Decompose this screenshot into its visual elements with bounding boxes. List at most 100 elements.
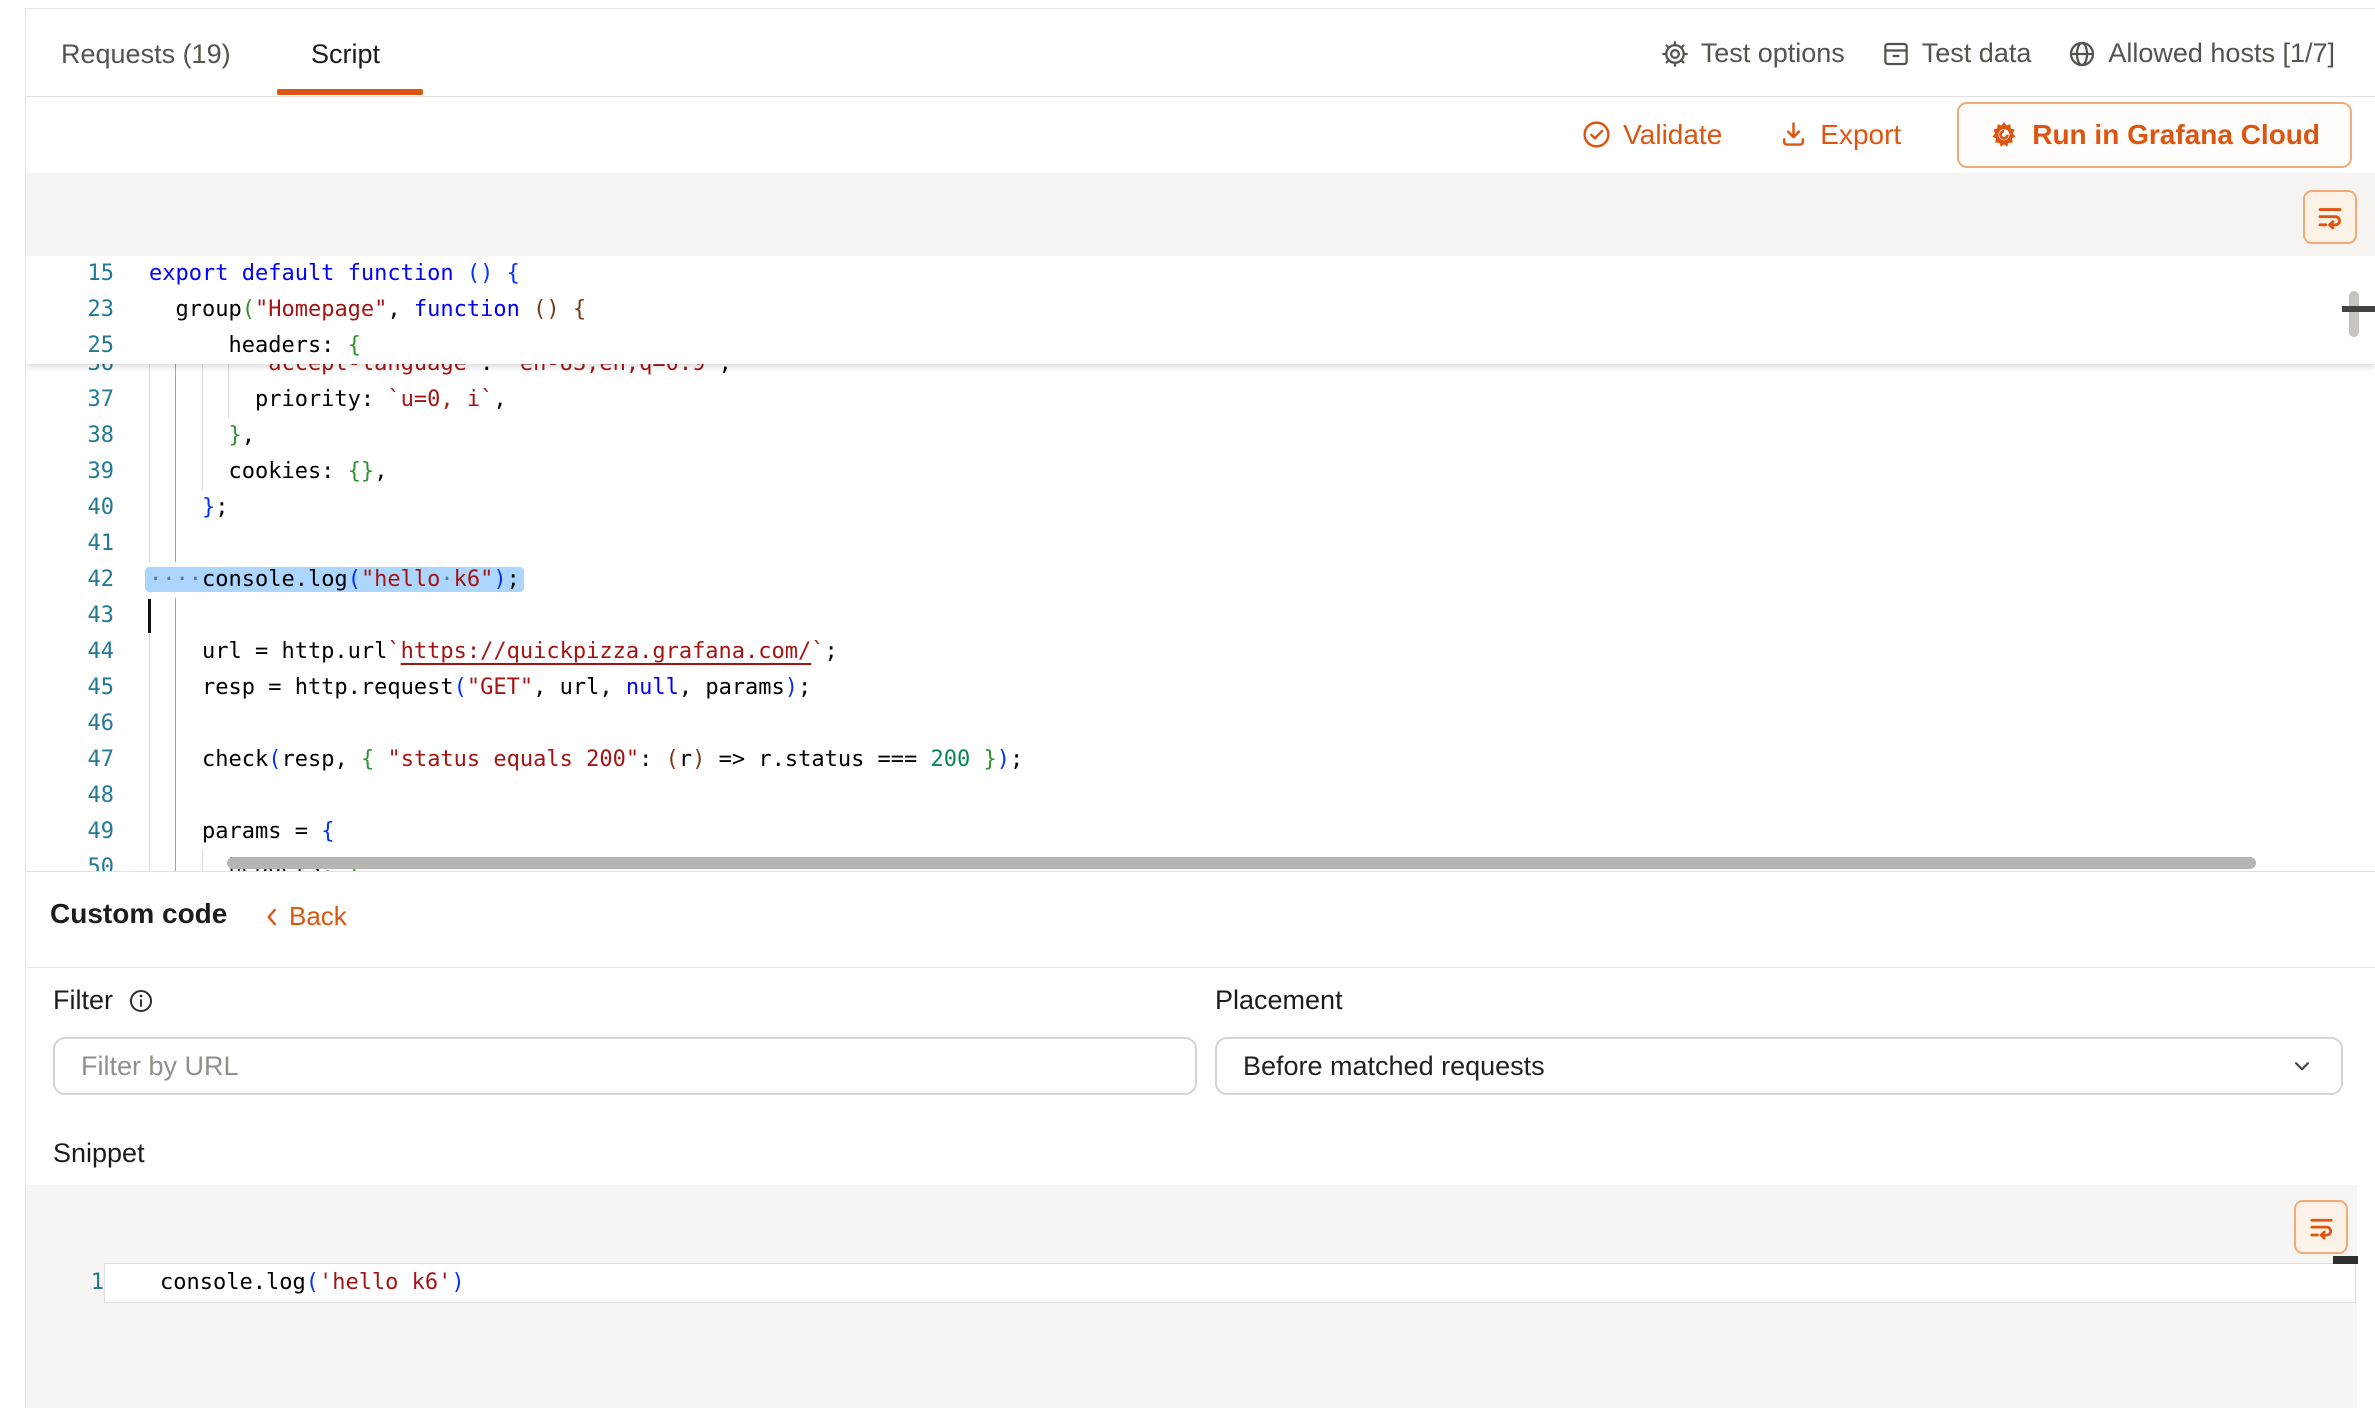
code-token: , params <box>679 675 785 700</box>
editor-horizontal-scrollbar[interactable] <box>227 857 2256 869</box>
indent-guide <box>228 364 229 382</box>
indent-guide <box>175 706 176 742</box>
indent-guide <box>149 778 150 814</box>
code-token: ···· <box>149 567 202 592</box>
code-line[interactable]: 49 params = { <box>26 814 2375 850</box>
script-code-editor[interactable]: 36 "accept-language": "en-US,en;q=0.9",3… <box>26 256 2375 871</box>
code-token: : <box>480 364 507 376</box>
code-token: } <box>228 423 241 448</box>
indent-guide <box>175 742 176 778</box>
grafana-k6-logo-icon <box>1989 119 2019 151</box>
line-number: 15 <box>26 256 149 292</box>
tab-script[interactable]: Script <box>311 38 380 70</box>
code-token: "hello <box>361 567 440 592</box>
filter-input[interactable]: Filter by URL <box>53 1037 1197 1095</box>
code-token: console.log <box>202 567 348 592</box>
code-line[interactable]: 25 headers: { <box>26 328 2375 364</box>
code-text: cookies: {}, <box>149 454 387 490</box>
snippet-code-line[interactable]: console.log('hello k6') <box>160 1265 465 1301</box>
line-number: 25 <box>26 328 149 364</box>
code-line[interactable]: 48 <box>26 778 2375 814</box>
code-text: headers: { <box>149 328 361 364</box>
code-line[interactable]: 44 url = http.url`https://quickpizza.gra… <box>26 634 2375 670</box>
selected-text: ····console.log("hello·k6"); <box>145 567 524 592</box>
validate-check-circle-icon <box>1581 119 1612 150</box>
validate-button[interactable]: Validate <box>1581 119 1722 151</box>
code-line[interactable]: 46 <box>26 706 2375 742</box>
indent-guide <box>149 814 150 850</box>
code-line[interactable]: 38 }, <box>26 418 2375 454</box>
code-token: "accept-language" <box>149 364 480 376</box>
top-divider <box>25 8 2375 9</box>
code-token <box>374 747 387 772</box>
editor-vertical-scrollbar[interactable] <box>2349 291 2359 337</box>
code-text: check(resp, { "status equals 200": (r) =… <box>149 742 1023 778</box>
code-line[interactable]: 41 <box>26 526 2375 562</box>
info-icon[interactable] <box>127 987 155 1015</box>
code-line[interactable]: 39 cookies: {}, <box>26 454 2375 490</box>
allowed-hosts-button[interactable]: Allowed hosts [1/7] <box>2067 38 2335 69</box>
line-number: 43 <box>26 598 149 634</box>
code-line[interactable]: 23 group("Homepage", function () { <box>26 292 2375 328</box>
tab-requests[interactable]: Requests (19) <box>61 38 231 70</box>
code-token: export default function <box>149 261 467 286</box>
code-line[interactable]: 47 check(resp, { "status equals 200": (r… <box>26 742 2375 778</box>
code-line[interactable]: 40 }; <box>26 490 2375 526</box>
indent-guide <box>149 454 150 490</box>
test-data-button[interactable]: Test data <box>1881 38 2032 69</box>
export-button[interactable]: Export <box>1778 119 1901 151</box>
indent-guide <box>175 418 176 454</box>
line-number: 40 <box>26 490 149 526</box>
placement-value: Before matched requests <box>1243 1051 1545 1082</box>
snippet-word-wrap-button[interactable] <box>2294 1200 2348 1254</box>
code-token: { <box>348 333 361 358</box>
code-token: headers: <box>149 333 348 358</box>
code-token: ; <box>507 567 520 592</box>
indent-guide <box>175 778 176 814</box>
snippet-label-row: Snippet <box>53 1138 145 1169</box>
code-token <box>149 423 228 448</box>
code-token: } <box>984 747 997 772</box>
code-token: ( <box>306 1270 319 1295</box>
indent-guide <box>149 364 150 382</box>
code-line[interactable]: 42····console.log("hello·k6"); <box>26 562 2375 598</box>
back-label: Back <box>289 901 347 932</box>
code-line[interactable]: 15export default function () { <box>26 256 2375 292</box>
word-wrap-toggle-button[interactable] <box>2303 190 2357 244</box>
indent-guide <box>175 382 176 418</box>
test-options-button[interactable]: Test options <box>1660 38 1845 69</box>
code-token: ( <box>348 567 361 592</box>
code-line[interactable]: 43 <box>26 598 2375 634</box>
code-line[interactable]: 45 resp = http.request("GET", url, null,… <box>26 670 2375 706</box>
code-token: 200 <box>931 747 971 772</box>
back-button[interactable]: Back <box>262 901 347 932</box>
filter-label: Filter <box>53 985 113 1016</box>
placement-select[interactable]: Before matched requests <box>1215 1037 2343 1095</box>
line-number: 39 <box>26 454 149 490</box>
code-token: resp = http.request <box>149 675 454 700</box>
indent-guide <box>202 364 203 382</box>
chevron-left-icon <box>262 906 282 928</box>
indent-guide <box>149 670 150 706</box>
line-number: 36 <box>26 364 149 382</box>
line-number: 41 <box>26 526 149 562</box>
code-line[interactable]: 36 "accept-language": "en-US,en;q=0.9", <box>26 364 2375 382</box>
code-token: ( <box>454 675 467 700</box>
code-token: ; <box>215 495 228 520</box>
placement-label-row: Placement <box>1215 985 1343 1016</box>
snippet-scrollbar-thumb[interactable] <box>2333 1256 2358 1264</box>
run-in-grafana-cloud-button[interactable]: Run in Grafana Cloud <box>1957 102 2352 168</box>
code-token: 'hello k6' <box>319 1270 451 1295</box>
code-token: url = http.url <box>149 639 387 664</box>
word-wrap-icon <box>2307 1213 2336 1242</box>
code-token: } <box>202 495 215 520</box>
custom-code-title: Custom code <box>50 898 227 930</box>
indent-guide <box>202 454 203 490</box>
indent-guide <box>149 634 150 670</box>
code-link[interactable]: https://quickpizza.grafana.com/ <box>401 639 812 664</box>
code-token: ) <box>785 675 798 700</box>
export-label: Export <box>1820 119 1901 151</box>
code-line[interactable]: 37 priority: `u=0, i`, <box>26 382 2375 418</box>
snippet-line-number: 1 <box>44 1265 104 1301</box>
indent-guide <box>175 490 176 526</box>
